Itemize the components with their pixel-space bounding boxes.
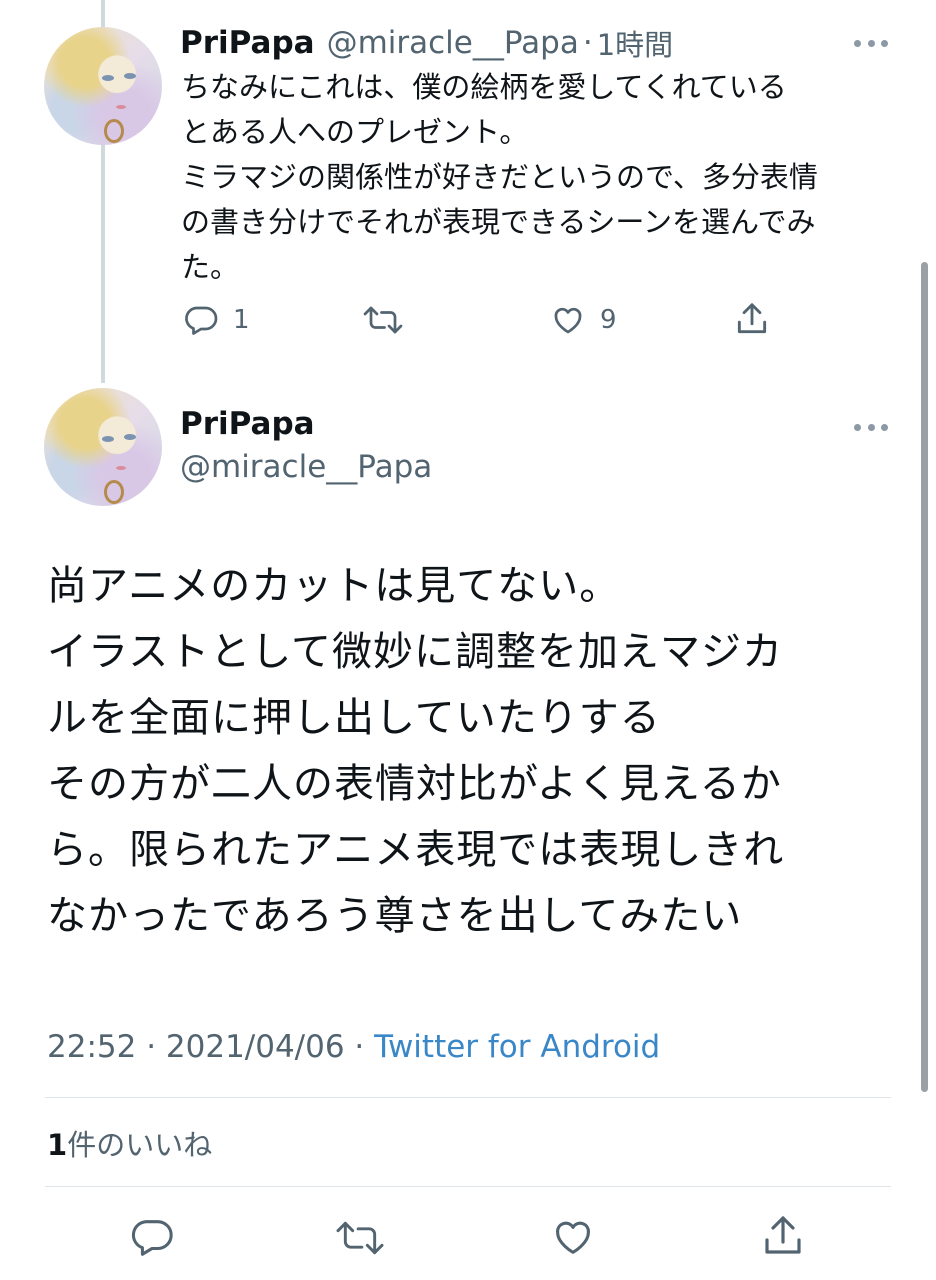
- scrollbar[interactable]: [921, 262, 928, 1092]
- share-icon: [759, 1212, 807, 1260]
- separator-dot: ·: [582, 25, 593, 61]
- share-button[interactable]: [733, 300, 771, 338]
- reply-icon: [183, 302, 219, 338]
- author-name[interactable]: PriPapa: [180, 406, 315, 442]
- divider: [45, 1186, 891, 1187]
- text-line: ミラマジの関係性が好きだというので、多分表情: [181, 160, 818, 194]
- avatar[interactable]: [44, 388, 162, 506]
- like-button[interactable]: [549, 1214, 597, 1260]
- tweet-source-link[interactable]: Twitter for Android: [374, 1029, 660, 1065]
- text-line: とある人へのプレゼント。: [181, 115, 529, 149]
- author-handle[interactable]: @miracle__Papa: [327, 25, 579, 61]
- tweet-timestamp[interactable]: 22:52 · 2021/04/06 ·: [47, 1029, 374, 1065]
- likes-label: 件のいいね: [67, 1128, 213, 1162]
- reply-icon: [129, 1214, 175, 1260]
- text-line: ルを全面に押し出していたりする: [47, 695, 661, 741]
- text-line: ちなみにこれは、僕の絵柄を愛してくれている: [181, 70, 787, 104]
- text-line: イラストとして微妙に調整を加えマジカ: [47, 629, 783, 675]
- text-line: ら。限られたアニメ表現では表現しきれ: [47, 827, 785, 873]
- retweet-icon: [362, 302, 404, 338]
- reply-count: 1: [233, 305, 250, 335]
- likes-count: 1: [47, 1128, 68, 1162]
- retweet-button[interactable]: [333, 1216, 387, 1260]
- text-line: の書き分けでそれが表現できるシーンを選んでみ: [181, 205, 816, 239]
- author-handle[interactable]: @miracle__Papa: [180, 449, 432, 485]
- reply-tweet-text: ちなみにこれは、僕の絵柄を愛してくれている とある人へのプレゼント。 ミラマジの…: [181, 65, 901, 290]
- text-line: た。: [181, 250, 240, 284]
- divider: [45, 1097, 891, 1098]
- tweet-time[interactable]: 1時間: [597, 22, 673, 64]
- reply-button[interactable]: 1: [183, 302, 250, 338]
- text-line: なかったであろう尊さを出してみたい: [47, 893, 743, 939]
- heart-icon: [549, 1214, 597, 1260]
- reply-tweet-header: PriPapa @miracle__Papa · 1時間: [180, 22, 673, 64]
- like-button[interactable]: 9: [550, 302, 617, 338]
- reply-button[interactable]: [129, 1214, 175, 1260]
- retweet-button[interactable]: [362, 302, 404, 338]
- text-line: 尚アニメのカットは見てない。: [47, 563, 621, 609]
- like-count: 9: [600, 305, 617, 335]
- tweet-metadata: 22:52 · 2021/04/06 · Twitter for Android: [47, 1029, 660, 1065]
- share-icon: [733, 300, 771, 338]
- more-icon[interactable]: [854, 422, 888, 432]
- likes-summary[interactable]: 1件のいいね: [47, 1122, 212, 1164]
- main-tweet-text: 尚アニメのカットは見てない。 イラストとして微妙に調整を加えマジカ ルを全面に押…: [47, 553, 917, 949]
- retweet-icon: [333, 1216, 387, 1260]
- share-button[interactable]: [759, 1212, 807, 1260]
- author-name[interactable]: PriPapa: [180, 25, 315, 61]
- text-line: その方が二人の表情対比がよく見えるか: [47, 761, 782, 807]
- more-icon[interactable]: [854, 38, 888, 48]
- heart-icon: [550, 302, 586, 338]
- avatar[interactable]: [44, 27, 162, 145]
